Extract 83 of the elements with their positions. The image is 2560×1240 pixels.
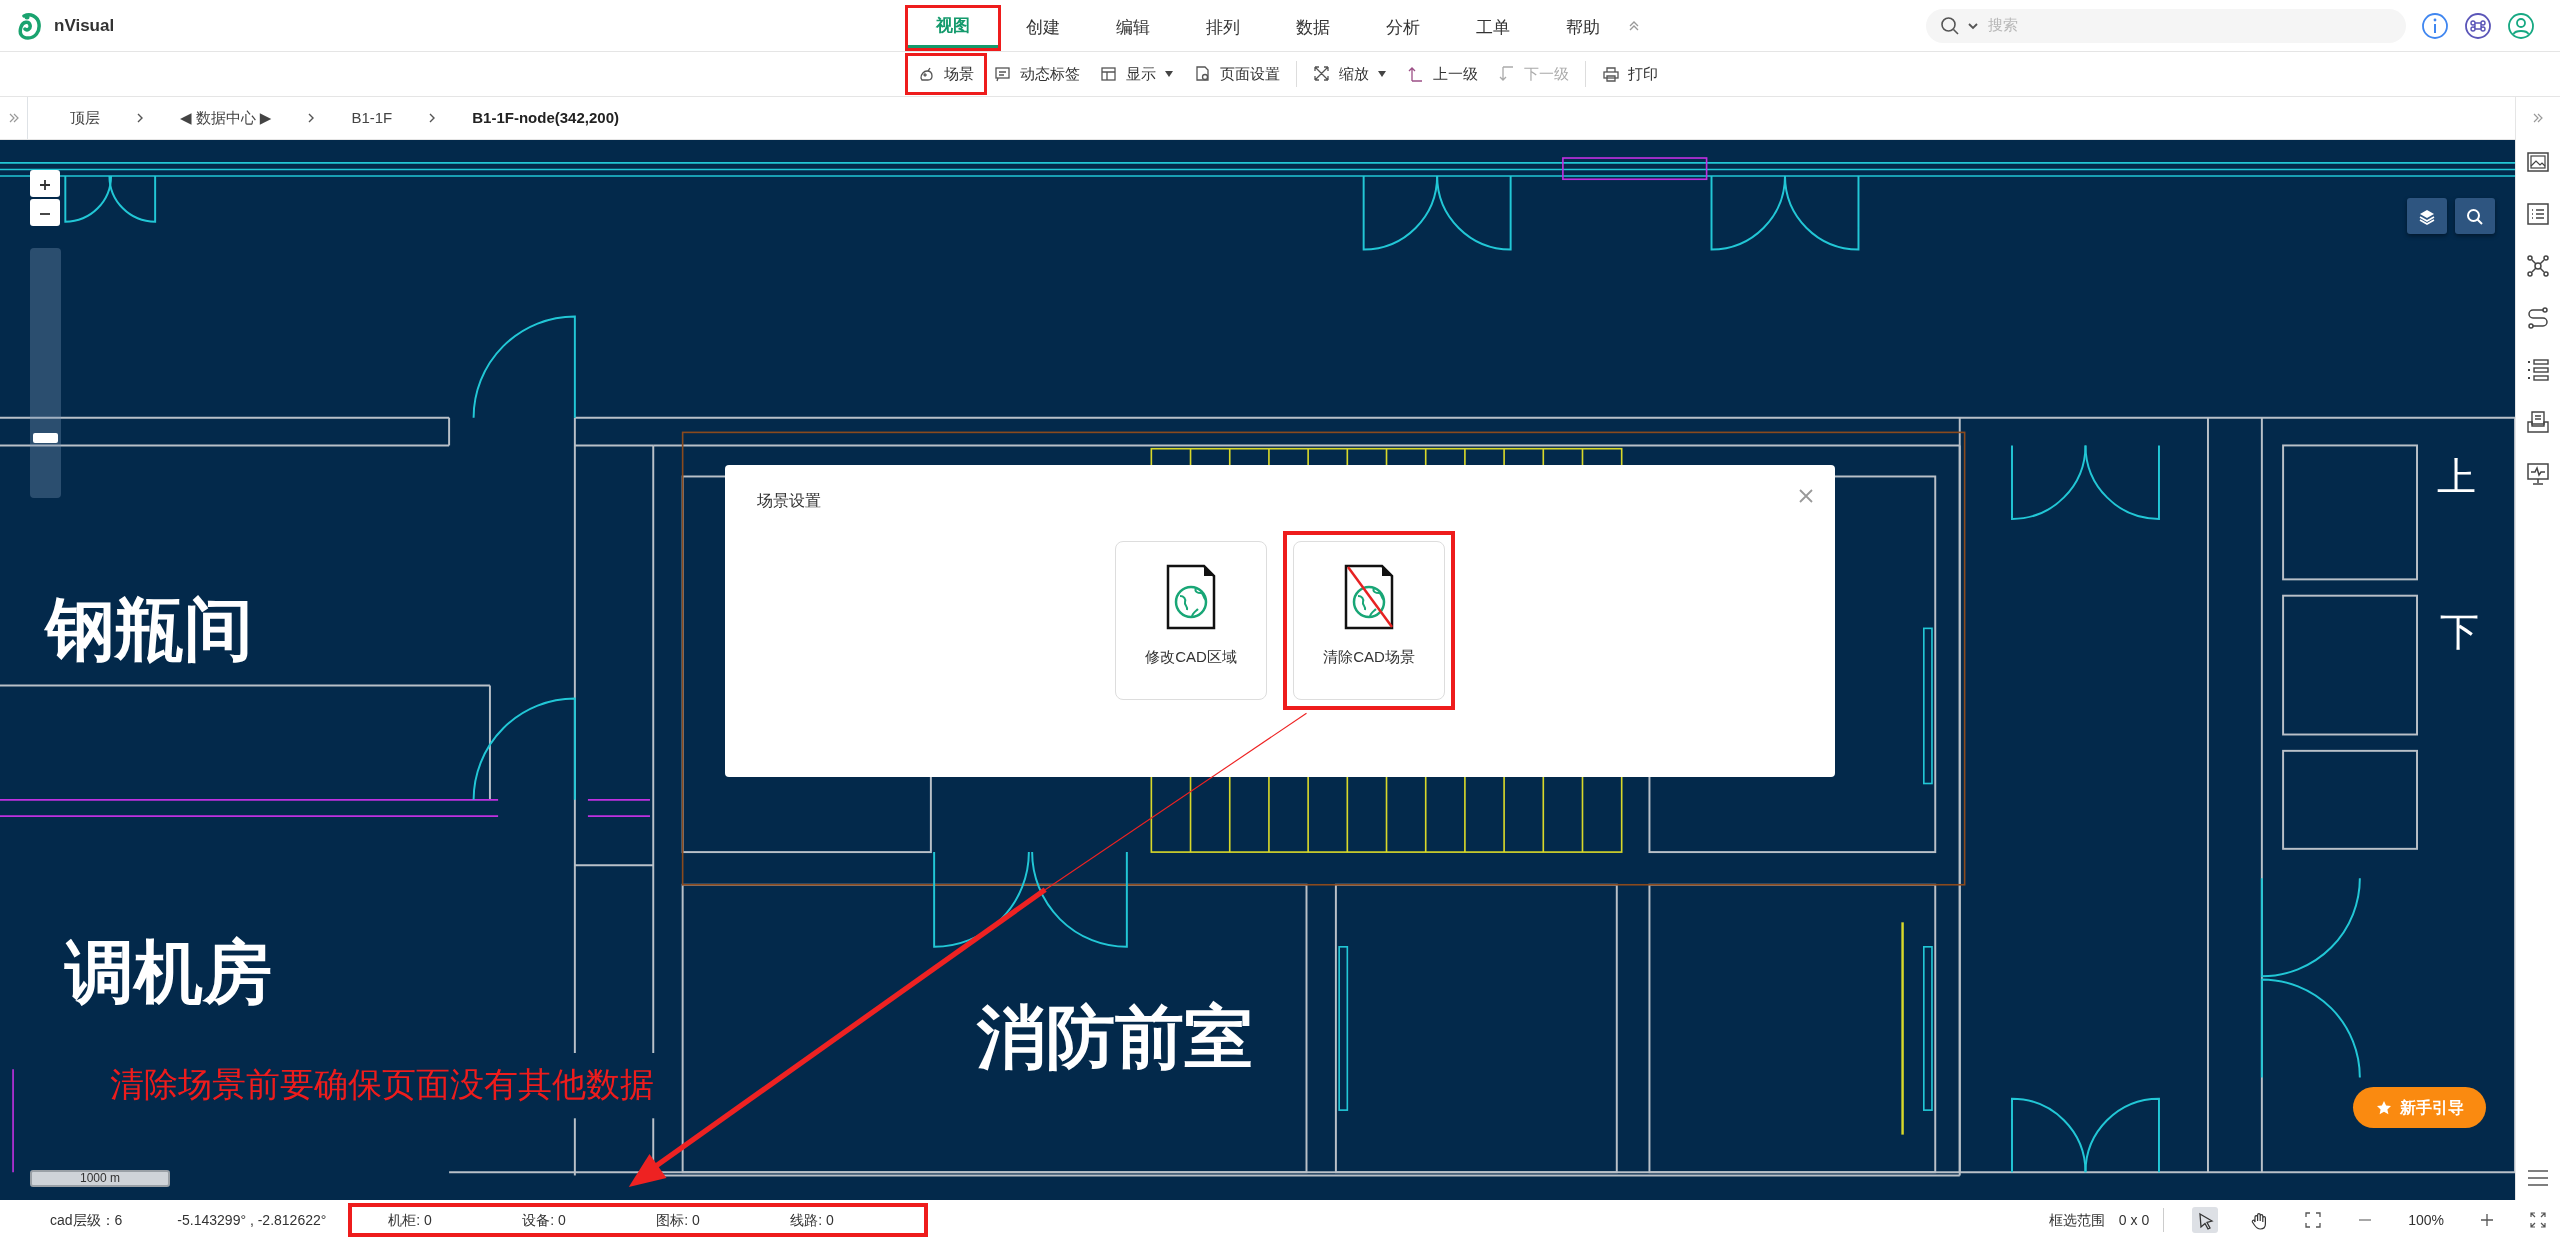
plus-icon	[39, 179, 51, 192]
search-field[interactable]: 搜索	[1926, 8, 2406, 43]
document-tray-icon[interactable]	[2525, 409, 2551, 435]
toolbar-button[interactable]: 打印	[1592, 56, 1668, 92]
expand-icon[interactable]	[8, 113, 19, 123]
menu-icon[interactable]	[2526, 1168, 2550, 1188]
count-text: 图标: 0	[656, 1210, 701, 1230]
menu-tab[interactable]: 数据	[1268, 7, 1358, 48]
fullscreen-icon[interactable]	[2530, 1212, 2546, 1228]
toolbar-button[interactable]: 页面设置	[1184, 56, 1290, 92]
scale-bar: 1000 m	[30, 1170, 170, 1187]
search-button[interactable]	[2455, 198, 2495, 234]
menu-tab[interactable]: 视图	[908, 7, 998, 48]
menu-tab[interactable]: 帮助	[1538, 7, 1628, 48]
breadcrumb-link[interactable]: B1-1F-node(342,200)	[464, 106, 627, 130]
route-icon[interactable]	[2525, 305, 2551, 331]
breadcrumb-link[interactable]: 顶层	[62, 106, 108, 130]
pointer-tool-button[interactable]	[2192, 1207, 2219, 1233]
plan-mark-label: 下	[2439, 608, 2479, 654]
close-icon	[1798, 487, 1814, 504]
search-icon	[1940, 15, 1960, 36]
menu-tab[interactable]: 创建	[998, 7, 1088, 48]
expand-icon[interactable]	[2533, 113, 2543, 123]
search-input[interactable]: 搜索	[1986, 13, 2366, 38]
info-icon[interactable]	[2421, 11, 2449, 40]
breadcrumb-link[interactable]: ◀ 数据中心 ▶	[172, 106, 280, 130]
breadcrumb-link[interactable]: B1-1F	[343, 106, 401, 130]
menu-tab[interactable]: 分析	[1358, 7, 1448, 48]
toolbar-button[interactable]: 缩放	[1303, 56, 1397, 92]
count-text: 设备: 0	[522, 1210, 567, 1230]
caret-icon	[1968, 21, 1978, 30]
toolbar-button[interactable]: 显示	[1090, 56, 1184, 92]
tag-icon	[994, 65, 1012, 83]
zoom-level-text: 100%	[2408, 1210, 2444, 1230]
selection-label: 框选范围	[2048, 1210, 2105, 1230]
zoom-in-button[interactable]	[30, 170, 60, 197]
count-text: 线路: 0	[790, 1210, 835, 1230]
room-label: 钢瓶间	[45, 588, 253, 669]
logo-icon	[18, 11, 42, 40]
toolbar-button[interactable]: 动态标签	[984, 56, 1090, 92]
level-down-icon	[1498, 65, 1516, 83]
chevron-icon	[307, 112, 316, 124]
app-name: nVisual	[54, 14, 115, 37]
option-card[interactable]: 清除CAD场景	[1293, 541, 1445, 700]
tree-list-icon[interactable]	[2525, 357, 2551, 383]
zoom-slider[interactable]	[30, 248, 61, 498]
network-icon[interactable]	[2525, 253, 2551, 279]
chevron-icon	[136, 112, 144, 124]
selection-value: 0 x 0	[2118, 1210, 2150, 1230]
menu-tab[interactable]: 工单	[1448, 7, 1538, 48]
room-label: 消防前室	[976, 997, 1253, 1078]
star-icon	[2375, 1099, 2392, 1116]
level-up-icon	[1407, 65, 1425, 83]
chevron-icon	[428, 112, 437, 124]
toolbar-button[interactable]: 场景	[908, 56, 984, 92]
search-icon	[2465, 206, 2485, 227]
scene-icon	[918, 65, 936, 83]
command-icon[interactable]	[2464, 11, 2492, 40]
dialog-title: 场景设置	[757, 491, 821, 511]
option-card[interactable]: 修改CAD区域	[1115, 541, 1267, 700]
zoom-in-icon[interactable]	[2480, 1213, 2494, 1227]
image-icon[interactable]	[2525, 149, 2551, 175]
fit-icon[interactable]	[2304, 1211, 2323, 1229]
zoom-out-button[interactable]	[30, 199, 60, 226]
count-text: 机柜: 0	[388, 1210, 433, 1230]
layers-button[interactable]	[2407, 198, 2447, 234]
list-icon[interactable]	[2525, 201, 2551, 227]
menu-tab[interactable]: 排列	[1178, 7, 1268, 48]
page-settings-icon	[1194, 65, 1212, 83]
layout-icon	[1100, 65, 1118, 83]
zoom-icon	[1313, 65, 1331, 83]
collapse-icon[interactable]	[1628, 19, 1640, 32]
user-icon[interactable]	[2507, 11, 2535, 40]
cad-level-text: cad层级：6	[50, 1210, 123, 1230]
annotation-text: 清除场景前要确保页面没有其他数据	[110, 1064, 654, 1105]
print-icon	[1602, 65, 1620, 83]
slider-thumb[interactable]	[33, 432, 58, 443]
monitor-pulse-icon[interactable]	[2525, 461, 2551, 487]
toolbar-button[interactable]: 上一级	[1397, 56, 1488, 92]
coordinates-text: -5.143299° , -2.812622°	[177, 1210, 327, 1230]
menu-tab[interactable]: 编辑	[1088, 7, 1178, 48]
plan-mark-label: 上	[2436, 453, 2476, 499]
room-label: 调机房	[65, 931, 273, 1012]
